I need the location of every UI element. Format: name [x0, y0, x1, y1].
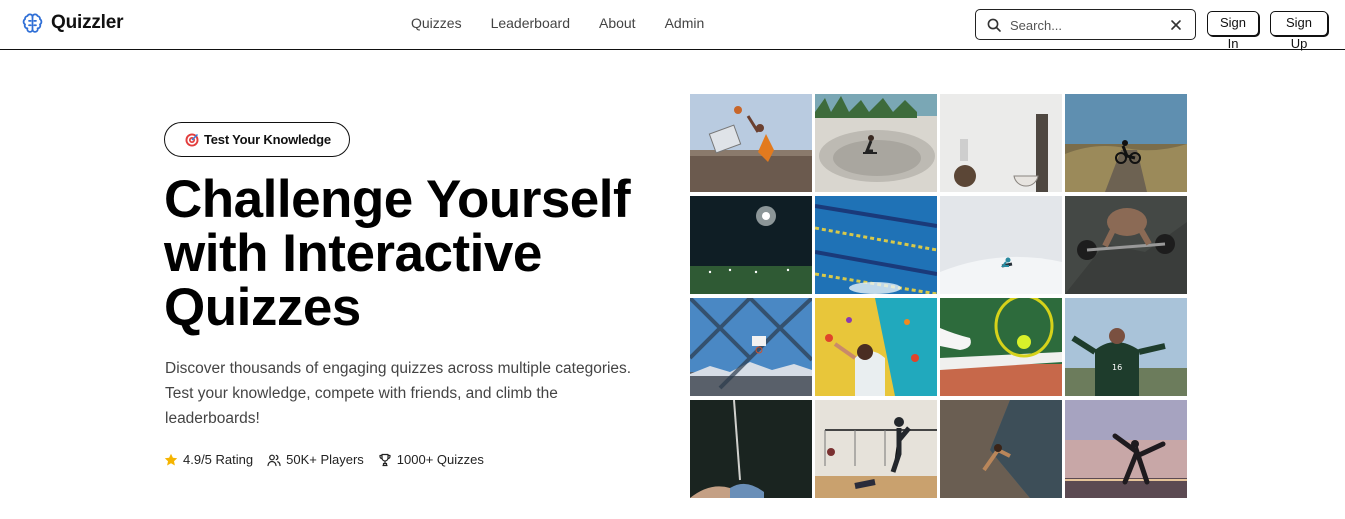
- volleyball-photo: [815, 400, 937, 498]
- stat-players: 50K+ Players: [267, 452, 364, 467]
- nav-link-leaderboard[interactable]: Leaderboard: [491, 15, 570, 31]
- nav-link-quizzes[interactable]: Quizzes: [411, 15, 462, 31]
- basketball-dunk-photo: [690, 94, 812, 192]
- hero-title-line-2: with Interactive: [164, 224, 542, 283]
- stat-quizzes: 1000+ Quizzes: [378, 452, 484, 467]
- yoga-sunset-photo: [1065, 400, 1187, 498]
- night-stadium-photo: [690, 196, 812, 294]
- clear-search-icon[interactable]: [1169, 18, 1183, 32]
- weightlifting-photo: [1065, 196, 1187, 294]
- hero-stats: 4.9/5 Rating 50K+ Players 1000+ Quizzes: [164, 452, 498, 467]
- soccer-player-photo: 16: [1065, 298, 1187, 396]
- hero-title-line-1: Challenge Yourself: [164, 170, 631, 229]
- hero-title-line-3: Quizzes: [164, 278, 361, 337]
- stat-rating-label: 4.9/5 Rating: [183, 452, 254, 467]
- brand-name: Quizzler: [51, 12, 124, 33]
- swimming-pool-photo: [815, 196, 937, 294]
- fencing-photo: [690, 400, 812, 498]
- skatepark-photo: [815, 94, 937, 192]
- basketball-hoop-photo: [940, 94, 1062, 192]
- search-box: [975, 9, 1196, 40]
- brain-logo-icon: [22, 13, 43, 34]
- rock-climber-photo: [940, 400, 1062, 498]
- trophy-icon: [378, 453, 392, 467]
- chainlink-fence-photo: [690, 298, 812, 396]
- tennis-racket-photo: [940, 298, 1062, 396]
- search-input[interactable]: [1010, 15, 1160, 35]
- users-icon: [267, 453, 281, 467]
- nav-link-admin[interactable]: Admin: [665, 15, 705, 31]
- main-nav: Quizzes Leaderboard About Admin: [411, 15, 733, 31]
- hero-badge-label: Test Your Knowledge: [204, 132, 331, 147]
- stat-rating: 4.9/5 Rating: [164, 452, 253, 467]
- target-icon: [185, 133, 199, 147]
- search-icon: [986, 17, 1002, 33]
- svg-text:16: 16: [1112, 363, 1122, 372]
- hero-title: Challenge Yourself with Interactive Quiz…: [164, 173, 664, 335]
- star-icon: [164, 453, 178, 467]
- sign-in-button[interactable]: Sign In: [1207, 11, 1259, 51]
- stat-quizzes-label: 1000+ Quizzes: [396, 452, 484, 467]
- snowboarder-photo: [940, 196, 1062, 294]
- sign-up-button[interactable]: Sign Up: [1270, 11, 1328, 51]
- hero-description: Discover thousands of engaging quizzes a…: [165, 360, 632, 427]
- stat-players-label: 50K+ Players: [286, 452, 364, 467]
- climbing-wall-photo: [815, 298, 937, 396]
- nav-link-about[interactable]: About: [599, 15, 636, 31]
- top-navbar: Quizzler Quizzes Leaderboard About Admin…: [0, 0, 1345, 51]
- hero-badge: Test Your Knowledge: [164, 122, 350, 157]
- mountain-biker-photo: [1065, 94, 1187, 192]
- brand[interactable]: Quizzler: [22, 12, 124, 34]
- sports-photo-gallery: 16: [690, 94, 1187, 499]
